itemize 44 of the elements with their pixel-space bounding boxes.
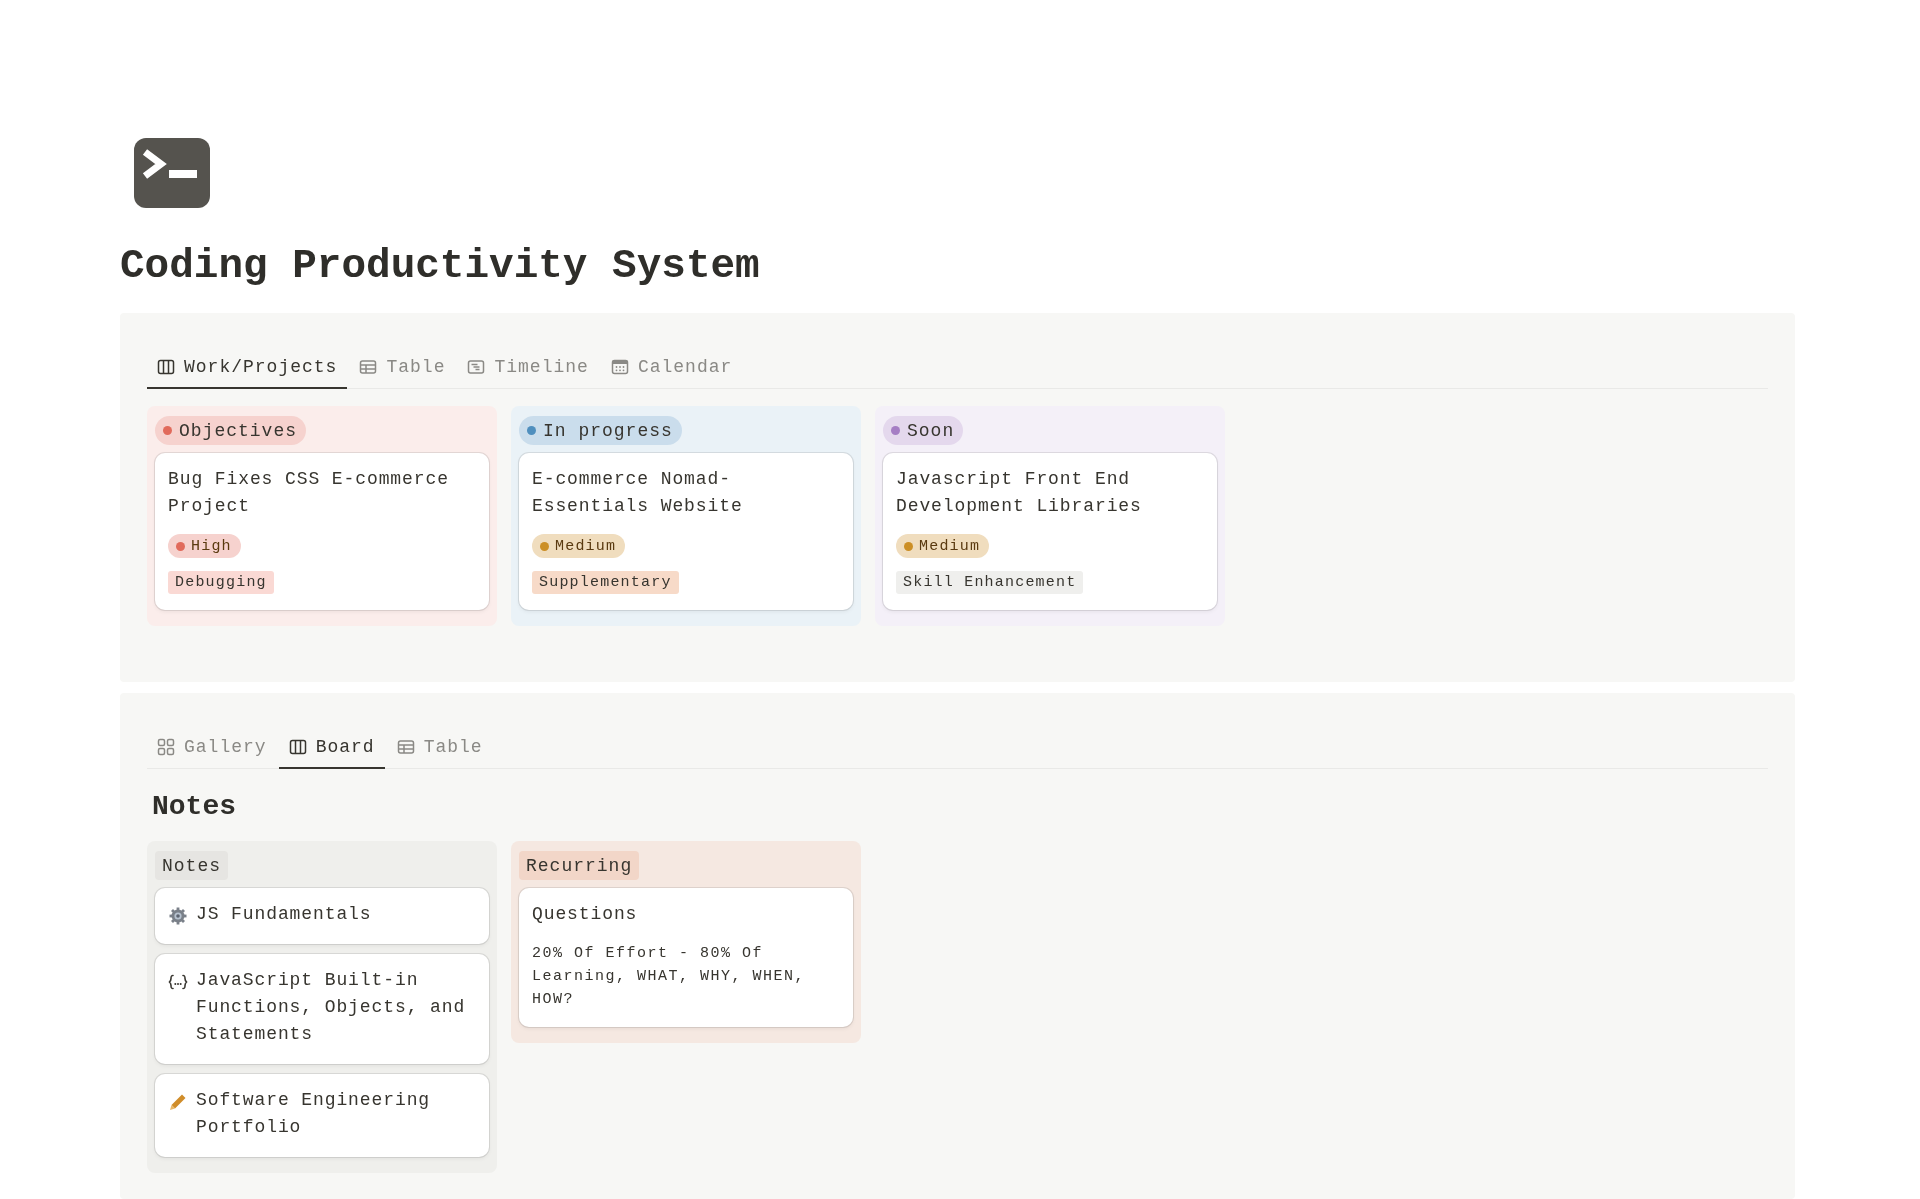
calendar-icon <box>610 358 629 376</box>
tag-label: Supplementary <box>532 571 679 594</box>
column-status-pill[interactable]: Soon <box>883 416 964 445</box>
tag-label: Debugging <box>168 571 274 594</box>
card-description: 20% Of Effort - 80% Of Learning, WHAT, WHY, WHEN, HOW? <box>532 944 807 1010</box>
card-title: E-commerce Nomad-Essentials Website <box>532 468 744 518</box>
card[interactable]: E-commerce Nomad-Essentials Website Medium Supplementary <box>519 453 853 610</box>
card[interactable]: JS Fundamentals <box>155 888 489 944</box>
column-label[interactable]: Notes <box>155 851 228 880</box>
column-label-text: Soon <box>907 420 955 441</box>
card[interactable]: Bug Fixes CSS E-commerce Project High Debugging <box>155 453 489 610</box>
pencil-icon <box>168 1092 188 1112</box>
priority-label: High <box>191 537 232 555</box>
column-label-text: Objectives <box>179 420 298 441</box>
card[interactable]: Questions 20% Of Effort - 80% Of Learning, WHAT, WHY, WHEN, HOW? <box>519 888 853 1027</box>
board-icon <box>288 738 307 756</box>
terminal-logo-icon <box>134 138 210 208</box>
card[interactable]: JavaScript Built-in Functions, Objects, and Statements <box>155 954 489 1064</box>
gear-icon <box>168 906 188 926</box>
card-title: Questions <box>532 903 638 926</box>
gallery-grid-icon <box>157 738 175 756</box>
card-title: Bug Fixes CSS E-commerce Project <box>168 468 450 518</box>
column-label[interactable]: Recurring <box>519 851 640 880</box>
column-status-pill[interactable]: Objectives <box>155 416 307 445</box>
card[interactable]: Software Engineering Portfolio <box>155 1074 489 1157</box>
column-status-pill[interactable]: In progress <box>519 416 682 445</box>
page-title: Coding Productivity System <box>120 242 761 290</box>
table-icon <box>396 738 415 756</box>
table-icon <box>359 358 378 376</box>
card[interactable]: Javascript Front End Development Libraries Medium Skill Enhancement <box>883 453 1217 610</box>
view-tab[interactable]: Board <box>278 727 385 769</box>
priority-label: Medium <box>555 537 617 555</box>
braces-icon <box>168 972 188 992</box>
tag-label: Skill Enhancement <box>896 571 1084 594</box>
card-title: Javascript Front End Development Libraries <box>896 468 1143 518</box>
board-icon <box>157 358 175 376</box>
card-title: Software Engineering Portfolio <box>196 1089 432 1139</box>
timeline-icon <box>467 358 486 376</box>
card-title: JavaScript Built-in Functions, Objects, and Statements <box>196 969 467 1046</box>
view-tab[interactable]: Work/Projects <box>147 347 348 389</box>
section-heading: Notes <box>152 790 237 824</box>
column-label-text: In progress <box>543 420 673 441</box>
card-title: JS Fundamentals <box>196 903 372 926</box>
priority-label: Medium <box>919 537 981 555</box>
